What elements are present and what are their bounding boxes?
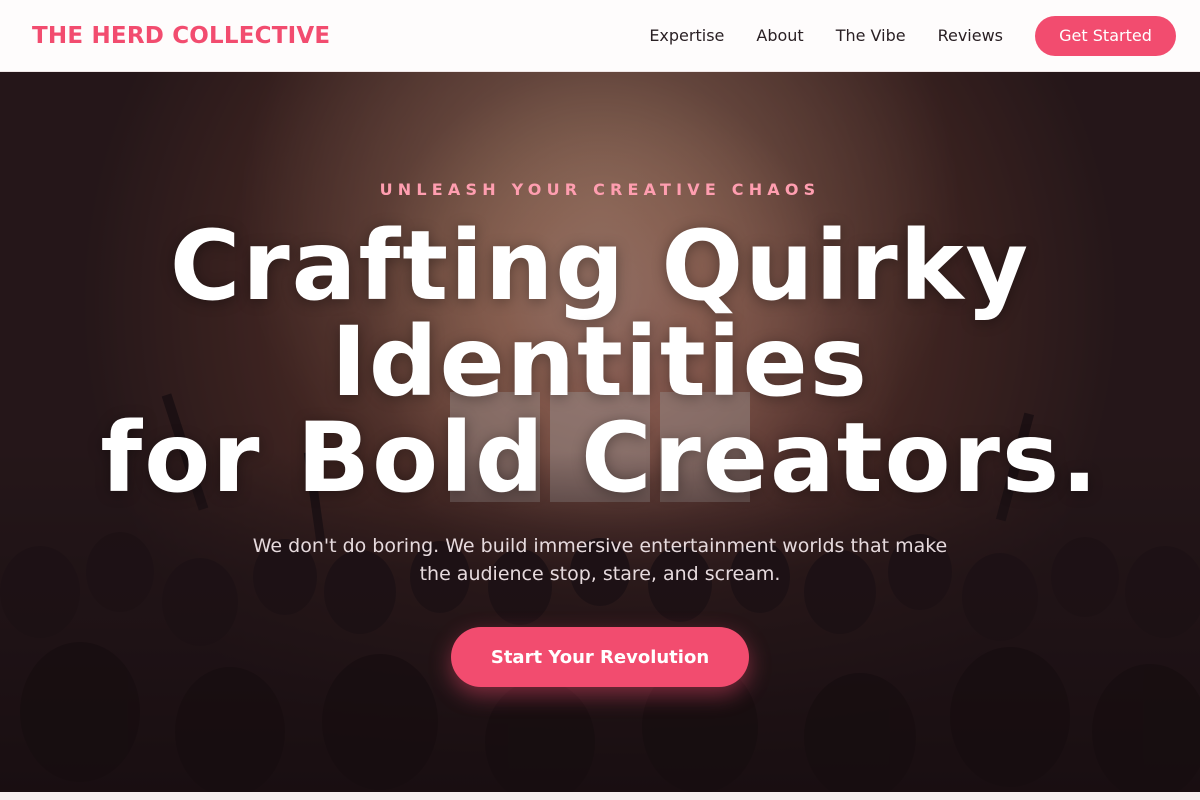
get-started-button[interactable]: Get Started	[1035, 15, 1176, 56]
brand-logo[interactable]: THE HERD COLLECTIVE	[32, 23, 330, 49]
nav-link-the-vibe[interactable]: The Vibe	[836, 26, 906, 45]
nav-link-reviews[interactable]: Reviews	[938, 26, 1003, 45]
nav-link-expertise[interactable]: Expertise	[649, 26, 724, 45]
nav-links: Expertise About The Vibe Reviews	[649, 26, 1003, 45]
hero-section: UNLEASH YOUR CREATIVE CHAOS Crafting Qui…	[0, 72, 1200, 792]
hero-headline-line-3: for Bold Creators.	[100, 402, 1100, 514]
hero-headline: Crafting Quirky Identities for Bold Crea…	[0, 218, 1200, 506]
navbar: THE HERD COLLECTIVE Expertise About The …	[0, 0, 1200, 72]
page-bottom-strip	[0, 792, 1200, 800]
hero-content: UNLEASH YOUR CREATIVE CHAOS Crafting Qui…	[0, 72, 1200, 792]
nav-link-about[interactable]: About	[756, 26, 803, 45]
hero-headline-line-2: Identities	[331, 306, 869, 418]
hero-eyebrow: UNLEASH YOUR CREATIVE CHAOS	[379, 180, 821, 199]
hero-subtext: We don't do boring. We build immersive e…	[252, 535, 948, 585]
start-revolution-button[interactable]: Start Your Revolution	[451, 627, 749, 687]
hero-headline-line-1: Crafting Quirky	[169, 210, 1031, 322]
